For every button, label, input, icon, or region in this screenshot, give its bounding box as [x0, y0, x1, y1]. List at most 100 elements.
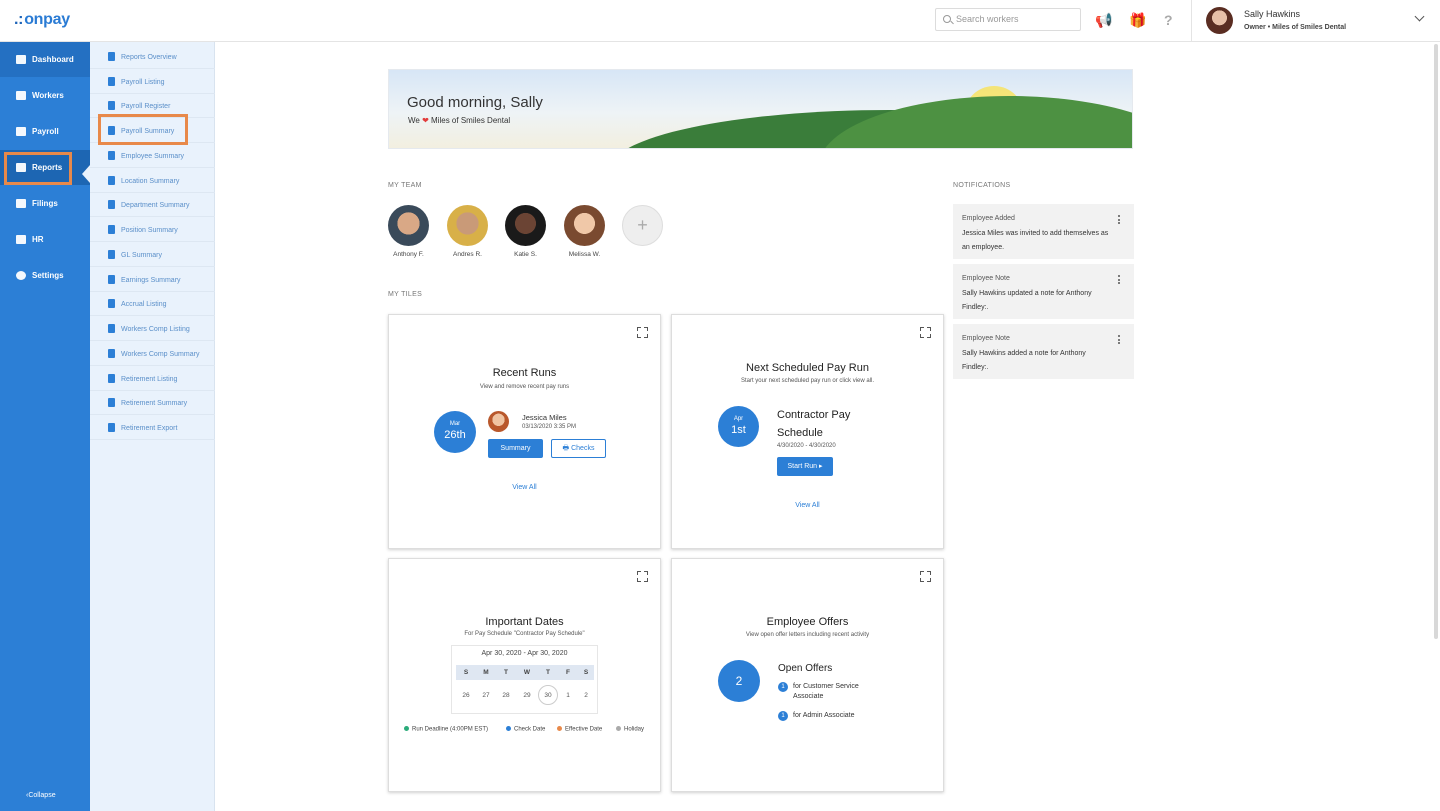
kebab-menu-icon[interactable]	[1118, 275, 1120, 284]
run-datetime: 03/13/2020 3:35 PM	[522, 424, 577, 430]
expand-icon[interactable]	[920, 327, 931, 338]
document-icon	[108, 52, 115, 61]
subnav-workers-comp-summary[interactable]: Workers Comp Summary	[90, 341, 215, 366]
company-love: We ❤ Miles of Smiles Dental	[408, 116, 511, 125]
payroll-summary-highlight-box	[98, 114, 188, 145]
schedule-name: Contractor Pay	[777, 409, 851, 421]
team-member[interactable]: Melissa W.	[564, 205, 605, 258]
summary-button[interactable]: Summary	[488, 439, 543, 458]
offer-item[interactable]: for Admin Associate	[793, 712, 854, 719]
subnav-accrual-listing[interactable]: Accrual Listing	[90, 291, 215, 316]
hr-icon	[16, 235, 26, 244]
subnav-earnings-summary[interactable]: Earnings Summary	[90, 267, 215, 292]
document-icon	[108, 349, 115, 358]
dashboard-icon	[16, 55, 26, 64]
start-run-button[interactable]: Start Run ▸	[777, 457, 833, 476]
document-icon	[108, 324, 115, 333]
megaphone-icon[interactable]: 📢	[1095, 12, 1112, 29]
calendar-day[interactable]: 28	[496, 692, 516, 699]
view-all-link[interactable]: View All	[672, 502, 943, 509]
kebab-menu-icon[interactable]	[1118, 215, 1120, 224]
avatar	[1206, 7, 1233, 34]
page-scrollbar[interactable]	[1434, 44, 1438, 639]
document-icon	[108, 275, 115, 284]
reports-highlight-box	[4, 152, 72, 185]
offer-count-badge: 1	[778, 682, 788, 692]
team-member[interactable]: Anthony F.	[388, 205, 429, 258]
user-role: Owner • Miles of Smiles Dental	[1244, 24, 1347, 31]
onpay-logo[interactable]: .:onpay	[14, 11, 70, 29]
offer-item[interactable]: for Customer Service	[793, 683, 859, 690]
important-dates-tile: Important Dates For Pay Schedule "Contra…	[388, 558, 661, 792]
workers-icon	[16, 91, 26, 100]
nav-settings[interactable]: Settings	[0, 258, 90, 293]
tile-title: Important Dates	[485, 616, 564, 628]
kebab-menu-icon[interactable]	[1118, 335, 1120, 344]
subnav-retirement-listing[interactable]: Retirement Listing	[90, 366, 215, 391]
nav-filings[interactable]: Filings	[0, 186, 90, 221]
team-member[interactable]: Katie S.	[505, 205, 546, 258]
gift-icon[interactable]: 🎁	[1129, 12, 1146, 29]
calendar-day[interactable]: 1	[558, 692, 578, 699]
collapse-button[interactable]: ‹Collapse	[26, 792, 56, 799]
printer-icon: 🖶	[562, 445, 570, 452]
nav-payroll[interactable]: Payroll	[0, 114, 90, 149]
user-menu[interactable]: Sally Hawkins Owner • Miles of Smiles De…	[1191, 0, 1440, 42]
expand-icon[interactable]	[920, 571, 931, 582]
notification-body: Sally Hawkins added a note for Anthony F…	[962, 350, 1086, 371]
checks-button[interactable]: 🖶 Checks	[551, 439, 606, 458]
tile-subtitle: View open offer letters including recent…	[745, 632, 870, 638]
team-member[interactable]: Andres R.	[447, 205, 488, 258]
notifications-label: NOTIFICATIONS	[953, 182, 1011, 189]
subnav-position-summary[interactable]: Position Summary	[90, 217, 215, 242]
tile-title: Recent Runs	[492, 367, 557, 379]
hill-graphic	[819, 96, 1132, 148]
document-icon	[108, 77, 115, 86]
subnav-department-summary[interactable]: Department Summary	[90, 192, 215, 217]
nav-workers[interactable]: Workers	[0, 78, 90, 113]
notification-card[interactable]: Employee Note Sally Hawkins added a note…	[953, 324, 1134, 379]
document-icon	[108, 176, 115, 185]
calendar-day[interactable]: 30	[538, 692, 558, 699]
chevron-down-icon[interactable]	[1414, 11, 1425, 22]
expand-icon[interactable]	[637, 571, 648, 582]
calendar-range: Apr 30, 2020 - Apr 30, 2020	[481, 650, 568, 657]
nav-hr[interactable]: HR	[0, 222, 90, 257]
greeting: Good morning, Sally	[407, 94, 543, 111]
calendar-day[interactable]: 26	[456, 692, 476, 699]
subnav-retirement-export[interactable]: Retirement Export	[90, 415, 215, 440]
tile-subtitle: View and remove recent pay runs	[479, 384, 570, 390]
legend-effective-date: Effective Date	[557, 726, 602, 733]
subnav-gl-summary[interactable]: GL Summary	[90, 242, 215, 267]
subnav-reports-overview[interactable]: Reports Overview	[90, 44, 215, 69]
notification-card[interactable]: Employee Added Jessica Miles was invited…	[953, 204, 1134, 259]
subnav-retirement-summary[interactable]: Retirement Summary	[90, 390, 215, 415]
run-date-badge: Mar 26th	[434, 411, 476, 453]
welcome-banner: Good morning, Sally We ❤ Miles of Smiles…	[388, 69, 1133, 149]
expand-icon[interactable]	[637, 327, 648, 338]
calendar-day[interactable]: 27	[476, 692, 496, 699]
calendar: Apr 30, 2020 - Apr 30, 2020 S M T W T F …	[451, 645, 598, 714]
document-icon	[108, 398, 115, 407]
document-icon	[108, 225, 115, 234]
payroll-icon	[16, 127, 26, 136]
legend-run-deadline: Run Deadline (4:00PM EST)	[404, 726, 488, 733]
notification-card[interactable]: Employee Note Sally Hawkins updated a no…	[953, 264, 1134, 319]
avatar	[505, 205, 546, 246]
calendar-day[interactable]: 2	[576, 692, 596, 699]
subnav-location-summary[interactable]: Location Summary	[90, 168, 215, 193]
notification-body: Sally Hawkins updated a note for Anthony…	[962, 290, 1092, 311]
subnav-employee-summary[interactable]: Employee Summary	[90, 143, 215, 168]
open-offers-heading: Open Offers	[778, 663, 833, 674]
search-icon	[943, 15, 951, 23]
avatar	[388, 205, 429, 246]
view-all-link[interactable]: View All	[389, 484, 660, 491]
next-pay-run-tile: Next Scheduled Pay Run Start your next s…	[671, 314, 944, 549]
add-team-member-button[interactable]: +	[622, 205, 663, 246]
subnav-workers-comp-listing[interactable]: Workers Comp Listing	[90, 316, 215, 341]
help-icon[interactable]: ?	[1164, 12, 1173, 28]
search-input[interactable]: Search workers	[935, 8, 1081, 31]
nav-dashboard[interactable]: Dashboard	[0, 42, 90, 77]
subnav-payroll-listing[interactable]: Payroll Listing	[90, 69, 215, 94]
calendar-day[interactable]: 29	[517, 692, 537, 699]
